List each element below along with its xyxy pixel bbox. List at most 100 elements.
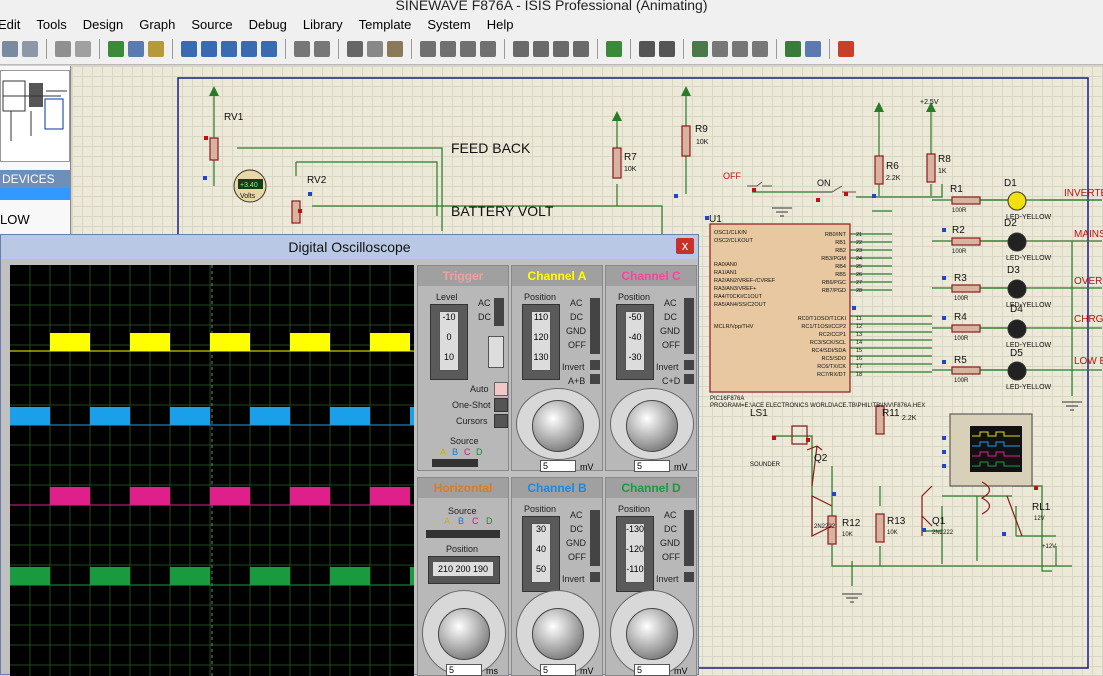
trigger-coupling-switch[interactable]	[494, 298, 504, 326]
menu-library[interactable]: Library	[303, 17, 351, 32]
one-shot-button[interactable]	[494, 398, 508, 412]
channel-a-coupling-switch[interactable]	[590, 298, 600, 354]
channel-d-position-slider[interactable]: -130 -120 -110	[616, 516, 654, 592]
channel-b-invert-button[interactable]	[590, 572, 600, 582]
channel-a-ac: AC	[570, 298, 583, 308]
ares-icon[interactable]	[838, 41, 854, 57]
horizontal-position-slider[interactable]: 210 200 190	[428, 556, 500, 584]
menu-tools[interactable]: Tools	[36, 17, 74, 32]
channel-c-invert-button[interactable]	[684, 360, 694, 370]
pick-device-icon[interactable]	[513, 41, 529, 57]
trigger-edge-switch[interactable]	[488, 336, 504, 368]
redo-icon[interactable]	[314, 41, 330, 57]
r7-label: R7	[624, 152, 637, 163]
horizontal-time-value[interactable]: 5	[446, 664, 482, 676]
electrical-rule-check-icon[interactable]	[805, 41, 821, 57]
block-rotate-icon[interactable]	[460, 41, 476, 57]
block-move-icon[interactable]	[440, 41, 456, 57]
refresh-icon[interactable]	[108, 41, 124, 57]
channel-d-pulse	[330, 567, 370, 585]
decompose-icon[interactable]	[573, 41, 589, 57]
exit-to-parent-icon[interactable]	[752, 41, 768, 57]
channel-b-coupling-switch[interactable]	[590, 510, 600, 566]
menu-edit[interactable]: Edit	[0, 17, 28, 32]
open-icon[interactable]	[22, 41, 38, 57]
menu-graph[interactable]: Graph	[139, 17, 183, 32]
property-assignment-icon[interactable]	[659, 41, 675, 57]
trigger-source-label: Source	[450, 436, 479, 446]
channel-d-volts-value[interactable]: 5	[634, 664, 670, 676]
channel-a-position-slider[interactable]: 110 120 130	[522, 304, 560, 380]
zoom-all-icon[interactable]	[241, 41, 257, 57]
channel-a-off: OFF	[568, 340, 586, 350]
channel-b-volts-knob[interactable]	[532, 608, 584, 660]
menu-design[interactable]: Design	[83, 17, 131, 32]
horizontal-time-knob[interactable]	[438, 608, 490, 660]
channel-c-volts-knob[interactable]	[626, 400, 678, 452]
chip-pin-left-label: RA1/AN1	[714, 270, 737, 276]
chip-pin-right-label: RB4	[835, 264, 846, 270]
wire-autorouter-icon[interactable]	[606, 41, 622, 57]
d5-label: D5	[1010, 348, 1023, 359]
pan-icon[interactable]	[181, 41, 197, 57]
block-copy-icon[interactable]	[420, 41, 436, 57]
print-icon[interactable]	[55, 41, 71, 57]
print-area-icon[interactable]	[75, 41, 91, 57]
trigger-level-slider[interactable]: -10 0 10	[430, 304, 468, 380]
channel-a-invert-button[interactable]	[590, 360, 600, 370]
channel-b-invert-label: Invert	[562, 574, 585, 584]
channel-c-scale-bottom: -30	[628, 352, 642, 362]
channel-a-volts-knob[interactable]	[532, 400, 584, 452]
r9-label: R9	[695, 124, 708, 135]
channel-c-volts-value[interactable]: 5	[634, 460, 670, 472]
overview-preview[interactable]	[0, 70, 70, 162]
channel-d-scale: -130 -120 -110	[625, 523, 645, 583]
copy-icon[interactable]	[367, 41, 383, 57]
horizontal-source-slider[interactable]	[426, 530, 500, 538]
make-device-icon[interactable]	[533, 41, 549, 57]
cut-icon[interactable]	[347, 41, 363, 57]
menu-system[interactable]: System	[427, 17, 478, 32]
oscilloscope-title[interactable]: Digital Oscilloscope	[1, 235, 698, 259]
channel-a-volts-value[interactable]: 5	[540, 460, 576, 472]
trigger-source-slider[interactable]	[432, 459, 478, 467]
close-icon[interactable]: x	[676, 238, 694, 254]
channel-d-title: Channel D	[606, 478, 696, 498]
channel-c-position-slider[interactable]: -50 -40 -30	[616, 304, 654, 380]
zoom-in-icon[interactable]	[201, 41, 217, 57]
channel-c-cplusd-button[interactable]	[684, 374, 694, 384]
zoom-out-icon[interactable]	[221, 41, 237, 57]
remove-sheet-icon[interactable]	[732, 41, 748, 57]
design-explorer-icon[interactable]	[692, 41, 708, 57]
channel-c-coupling-switch[interactable]	[684, 298, 694, 354]
undo-icon[interactable]	[294, 41, 310, 57]
block-delete-icon[interactable]	[480, 41, 496, 57]
grid-icon[interactable]	[128, 41, 144, 57]
bill-of-materials-icon[interactable]	[785, 41, 801, 57]
new-sheet-icon[interactable]	[712, 41, 728, 57]
search-icon[interactable]	[639, 41, 655, 57]
channel-a-aplusb-button[interactable]	[590, 374, 600, 384]
menu-source[interactable]: Source	[191, 17, 240, 32]
menu-debug[interactable]: Debug	[249, 17, 295, 32]
package-tool-icon[interactable]	[553, 41, 569, 57]
new-icon[interactable]	[2, 41, 18, 57]
channel-d-coupling-switch[interactable]	[684, 510, 694, 566]
origin-icon[interactable]	[148, 41, 164, 57]
horizontal-scale-right: 190	[473, 564, 489, 574]
channel-d-pulse	[410, 567, 414, 585]
toolbar-separator	[99, 39, 100, 59]
menu-template[interactable]: Template	[359, 17, 420, 32]
device-list-item[interactable]: LOW	[0, 212, 30, 227]
channel-b-volts-value[interactable]: 5	[540, 664, 576, 676]
zoom-area-icon[interactable]	[261, 41, 277, 57]
channel-c-scale-mid: -40	[628, 332, 642, 342]
channel-d-volts-knob[interactable]	[626, 608, 678, 660]
channel-d-invert-button[interactable]	[684, 572, 694, 582]
menu-help[interactable]: Help	[487, 17, 522, 32]
channel-b-position-slider[interactable]: 30 40 50	[522, 516, 560, 592]
device-list-selected-item[interactable]	[0, 188, 70, 200]
cursors-button[interactable]	[494, 414, 508, 428]
paste-icon[interactable]	[387, 41, 403, 57]
auto-button[interactable]	[494, 382, 508, 396]
